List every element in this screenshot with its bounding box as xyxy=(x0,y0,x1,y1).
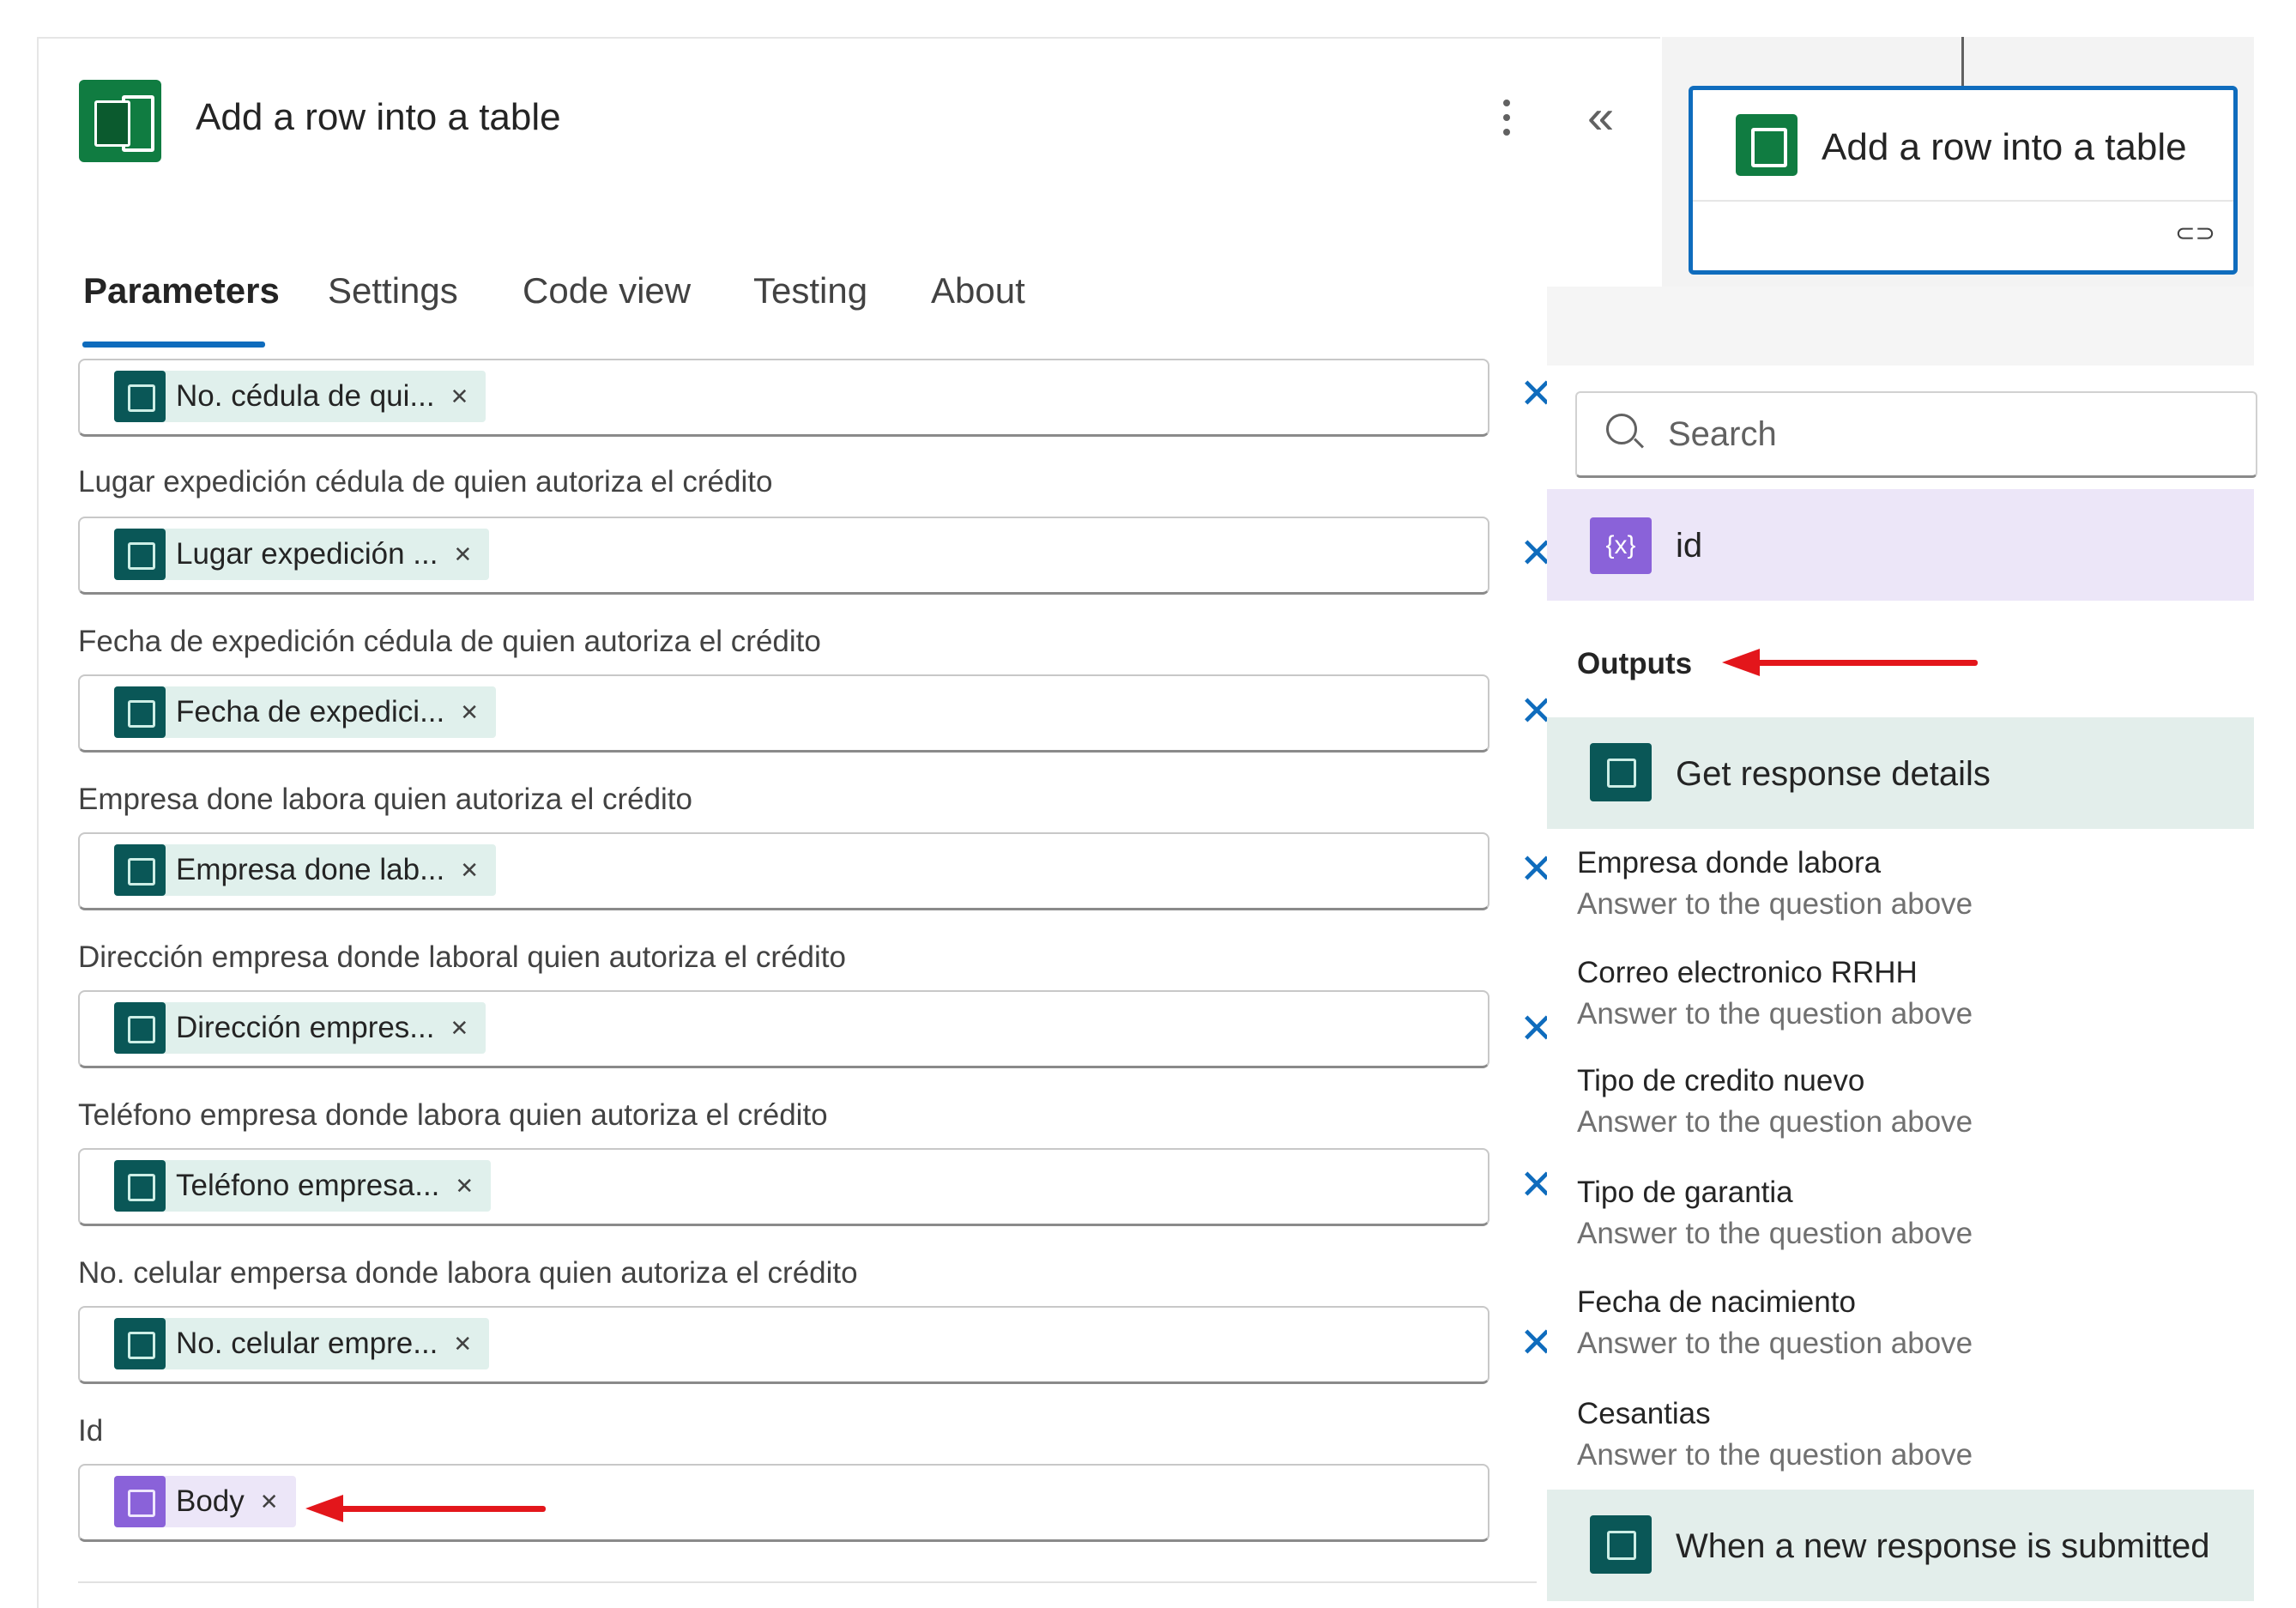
field-id[interactable]: Body ✕ xyxy=(78,1464,1489,1542)
search-icon xyxy=(1606,414,1637,444)
connector-line xyxy=(1961,37,1964,86)
remove-token-icon[interactable]: ✕ xyxy=(460,699,479,726)
remove-token-icon[interactable]: ✕ xyxy=(260,1489,279,1515)
panel-title: Add a row into a table xyxy=(196,96,561,138)
forms-icon xyxy=(114,1002,166,1054)
tab-parameters[interactable]: Parameters xyxy=(83,270,280,311)
field-direccion[interactable]: Dirección empres... ✕ xyxy=(78,990,1489,1068)
section-get-response-details[interactable]: Get response details xyxy=(1547,717,2254,829)
panel-divider xyxy=(78,1581,1537,1583)
field-fecha-expedicion[interactable]: Fecha de expedici... ✕ xyxy=(78,674,1489,753)
search-box[interactable]: Search xyxy=(1575,391,2257,478)
token-chip[interactable]: Empresa done lab... ✕ xyxy=(114,844,497,896)
tab-testing[interactable]: Testing xyxy=(753,270,867,311)
collapse-panel-icon[interactable]: « xyxy=(1587,93,1614,141)
outputs-label: Outputs xyxy=(1577,647,1693,680)
remove-token-icon[interactable]: ✕ xyxy=(460,857,479,884)
section-when-new-response[interactable]: When a new response is submitted xyxy=(1547,1490,2254,1601)
remove-token-icon[interactable]: ✕ xyxy=(450,1015,468,1042)
list-item[interactable]: Cesantias Answer to the question above xyxy=(1577,1397,1973,1472)
action-card[interactable]: Add a row into a table ⊂⊃ xyxy=(1689,86,2238,275)
excel-icon xyxy=(79,80,161,162)
token-chip[interactable]: Body ✕ xyxy=(114,1476,296,1527)
tab-code-view[interactable]: Code view xyxy=(523,270,691,311)
forms-icon xyxy=(114,529,166,580)
tab-settings[interactable]: Settings xyxy=(328,270,458,311)
token-chip[interactable]: Fecha de expedici... ✕ xyxy=(114,686,497,738)
active-tab-indicator xyxy=(82,342,265,348)
card-title: Add a row into a table xyxy=(1822,126,2187,168)
remove-token-icon[interactable]: ✕ xyxy=(453,1331,472,1357)
forms-icon xyxy=(1590,743,1652,801)
remove-token-icon[interactable]: ✕ xyxy=(453,541,472,568)
list-item[interactable]: Fecha de nacimiento Answer to the questio… xyxy=(1577,1285,1973,1361)
token-chip[interactable]: Dirección empres... ✕ xyxy=(114,1002,486,1054)
field-empresa[interactable]: Empresa done lab... ✕ xyxy=(78,832,1489,910)
list-item[interactable]: Empresa donde labora Answer to the questi… xyxy=(1577,846,1973,922)
field-label: Lugar expedición cédula de quien autoriz… xyxy=(78,465,773,499)
dropdown-item-id[interactable]: {x} id xyxy=(1547,489,2254,601)
list-item[interactable]: Correo electronico RRHH Answer to the que… xyxy=(1577,956,1973,1031)
forms-icon xyxy=(114,844,166,896)
forms-icon xyxy=(114,371,166,422)
dynamic-content-picker: Search {x} id Outputs Get response detai… xyxy=(1547,287,2257,1606)
excel-icon xyxy=(1736,114,1798,176)
forms-icon xyxy=(114,1160,166,1212)
list-item[interactable]: Tipo de garantia Answer to the question a… xyxy=(1577,1176,1973,1251)
annotation-arrow xyxy=(305,1495,546,1522)
field-telefono[interactable]: Teléfono empresa... ✕ xyxy=(78,1148,1489,1226)
list-item[interactable]: Tipo de credito nuevo Answer to the quest… xyxy=(1577,1064,1973,1140)
token-chip[interactable]: Lugar expedición ... ✕ xyxy=(114,529,490,580)
field-label: Teléfono empresa donde labora quien auto… xyxy=(78,1098,828,1132)
more-options-icon[interactable] xyxy=(1503,100,1514,143)
field-label: Fecha de expedición cédula de quien auto… xyxy=(78,625,821,658)
link-icon: ⊂⊃ xyxy=(2175,220,2215,246)
variable-icon xyxy=(114,1476,166,1527)
remove-token-icon[interactable]: ✕ xyxy=(455,1173,474,1200)
field-no-cedula[interactable]: No. cédula de qui... ✕ xyxy=(78,359,1489,437)
card-divider xyxy=(1693,200,2233,202)
forms-icon xyxy=(114,1318,166,1369)
field-label: Empresa done labora quien autoriza el cr… xyxy=(78,783,692,816)
field-celular[interactable]: No. celular empre... ✕ xyxy=(78,1306,1489,1384)
field-label: Dirección empresa donde laboral quien au… xyxy=(78,940,846,974)
variable-icon: {x} xyxy=(1590,517,1652,574)
token-chip[interactable]: No. cédula de qui... ✕ xyxy=(114,371,486,422)
token-chip[interactable]: No. celular empre... ✕ xyxy=(114,1318,490,1369)
tab-about[interactable]: About xyxy=(931,270,1025,311)
annotation-arrow xyxy=(1722,649,1978,676)
field-lugar-expedicion[interactable]: Lugar expedición ... ✕ xyxy=(78,517,1489,595)
remove-token-icon[interactable]: ✕ xyxy=(450,384,469,410)
field-label: Id xyxy=(78,1414,104,1448)
field-label: No. celular empersa donde labora quien a… xyxy=(78,1256,858,1290)
picker-header xyxy=(1547,287,2254,366)
forms-icon xyxy=(1590,1515,1652,1574)
search-input[interactable]: Search xyxy=(1668,415,1777,454)
forms-icon xyxy=(114,686,166,738)
token-chip[interactable]: Teléfono empresa... ✕ xyxy=(114,1160,492,1212)
